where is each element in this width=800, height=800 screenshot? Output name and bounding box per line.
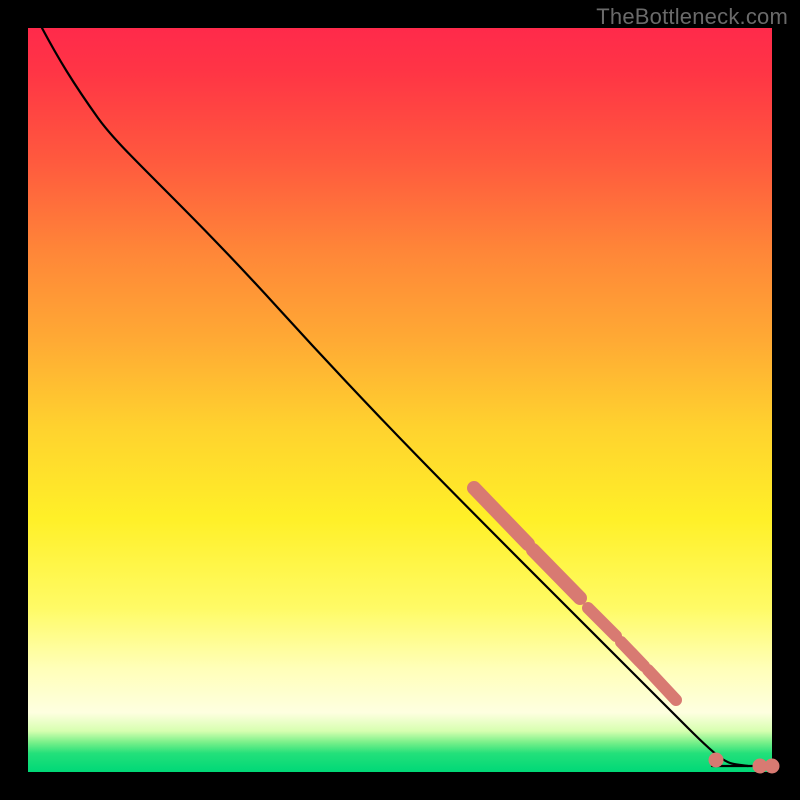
bottleneck-curve (42, 28, 748, 766)
highlight-pill-5 (648, 670, 676, 700)
chart-stage: TheBottleneck.com (0, 0, 800, 800)
highlight-dot-1 (709, 753, 723, 767)
highlight-pill-4 (621, 642, 644, 666)
highlight-pills (474, 488, 676, 700)
highlight-pill-2 (533, 550, 580, 598)
highlight-dots (709, 753, 779, 773)
highlight-pill-1 (474, 488, 528, 544)
chart-overlay (28, 28, 772, 772)
watermark-text: TheBottleneck.com (596, 4, 788, 30)
highlight-dot-3 (765, 759, 779, 773)
